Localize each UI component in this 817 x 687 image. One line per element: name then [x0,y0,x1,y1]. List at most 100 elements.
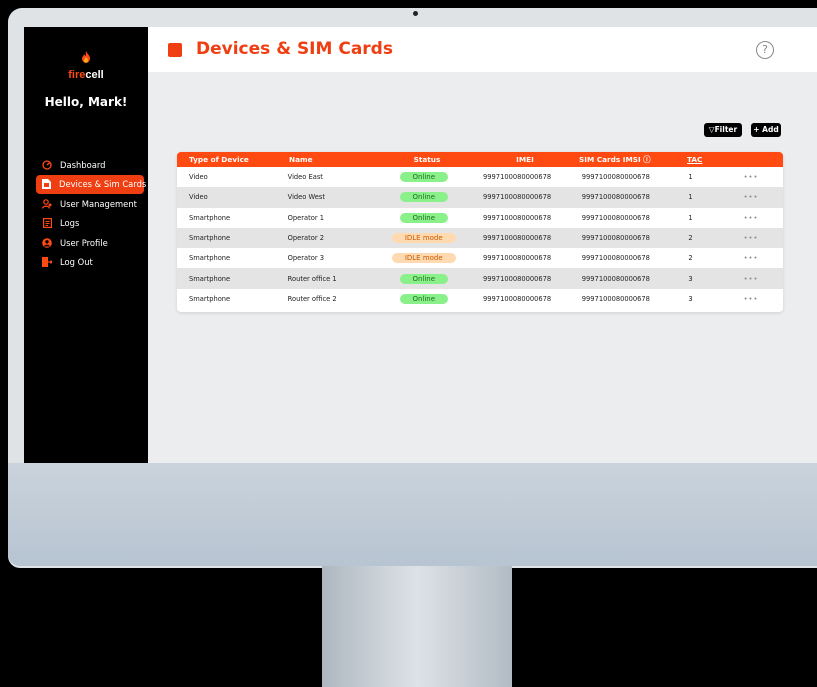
sidebar-item-label: User Management [60,198,137,209]
cell-status: IDLE mode [372,233,475,244]
app-screen: firecell Hello, Mark! Dashboard Devices … [24,27,817,463]
column-header-imsi[interactable]: SIM Cards IMSI ⓘ [571,155,687,165]
cell-tac: 1 [688,213,693,222]
cell-name: Router office 2 [287,294,337,303]
info-icon[interactable]: ⓘ [643,155,650,164]
logs-icon [42,218,52,229]
cell-type: Video [189,173,208,182]
status-badge: Online [399,212,448,223]
cell-imsi: 9997100080000678 [581,213,650,222]
sidebar-item-logout[interactable]: Log Out [36,253,144,273]
sidebar-item-devices[interactable]: Devices & Sim Cards [36,174,146,194]
cell-type: Smartphone [189,294,231,303]
sidebar-item-user-profile[interactable]: User Profile [36,233,144,253]
page-header: Devices & SIM Cards ? [148,27,817,72]
cell-type: Smartphone [189,254,231,263]
column-header-status[interactable]: Status [375,155,479,164]
logo: firecell [24,51,148,82]
devices-table: Type of Device Name Status IMEI SIM Card… [177,152,783,312]
page-title: Devices & SIM Cards [196,39,393,59]
cell-name: Operator 1 [287,213,324,222]
more-options-icon[interactable]: ••• [744,254,783,262]
sidebar-nav: Dashboard Devices & Sim Cards User Manag… [36,155,146,273]
sidebar-item-label: Dashboard [60,159,106,170]
user-management-icon [42,198,52,209]
cell-tac: 1 [688,193,693,202]
cell-status: Online [372,192,475,203]
status-badge: IDLE mode [391,233,456,244]
flame-icon [82,51,90,63]
main-content: Devices & SIM Cards ? ▽Filter + Add Type… [148,27,817,463]
cell-imsi: 9997100080000678 [581,294,650,303]
cell-imsi: 9997100080000678 [581,234,650,243]
cell-imsi: 9997100080000678 [581,193,650,202]
sidebar-item-label: User Profile [60,237,108,248]
filter-button[interactable]: ▽Filter [704,123,742,137]
cell-name: Video West [287,193,325,202]
table-row[interactable]: Smartphone Router office 2 Online 999710008… [177,289,783,309]
cell-tac: 2 [688,234,693,243]
camera-dot [413,11,418,16]
help-icon[interactable]: ? [756,41,774,59]
table-row[interactable]: Video Video West Online 9997100080000678 999… [177,187,783,208]
logout-icon [42,257,52,268]
more-options-icon[interactable]: ••• [744,275,783,283]
more-options-icon[interactable]: ••• [744,173,783,181]
sidebar-item-dashboard[interactable]: Dashboard [36,155,144,175]
more-options-icon[interactable]: ••• [744,295,783,303]
column-header-imei[interactable]: IMEI [479,155,571,164]
more-options-icon[interactable]: ••• [744,234,783,242]
cell-status: Online [372,172,475,183]
cell-tac: 3 [688,294,693,303]
column-header-type[interactable]: Type of Device [177,155,289,164]
sidebar-item-label: Log Out [60,257,93,268]
cell-status: Online [372,293,475,304]
cell-imsi: 9997100080000678 [581,173,650,182]
sidebar: firecell Hello, Mark! Dashboard Devices … [24,27,148,463]
more-options-icon[interactable]: ••• [744,193,783,201]
cell-type: Smartphone [189,234,231,243]
table-row[interactable]: Smartphone Operator 3 IDLE mode 99971000800… [177,248,783,268]
cell-imei: 9997100080000678 [483,234,552,243]
table-row[interactable]: Video Video East Online 9997100080000678 999… [177,167,783,187]
status-badge: IDLE mode [391,253,456,264]
cell-name: Router office 1 [287,274,337,283]
cell-imei: 9997100080000678 [483,213,552,222]
cell-imei: 9997100080000678 [483,254,552,263]
sim-card-icon [42,179,51,190]
table-row[interactable]: Smartphone Operator 1 Online 99971000800006… [177,208,783,228]
cell-status: Online [372,212,475,223]
cell-name: Video East [287,173,323,182]
more-options-icon[interactable]: ••• [744,214,783,222]
cell-imsi: 9997100080000678 [581,254,650,263]
sidebar-item-user-management[interactable]: User Management [36,194,144,214]
cell-type: Smartphone [189,213,231,222]
status-badge: Online [399,273,448,284]
monitor-chin [8,463,817,566]
column-header-tac[interactable]: TAC [687,155,743,164]
sidebar-item-label: Logs [60,218,80,229]
cell-imei: 9997100080000678 [483,193,552,202]
cell-status: IDLE mode [372,253,475,264]
add-button[interactable]: + Add [751,123,781,137]
table-row[interactable]: Smartphone Operator 2 IDLE mode 99971000800… [177,227,783,249]
cell-imei: 9997100080000678 [483,173,552,182]
cell-name: Operator 3 [287,254,324,263]
column-header-name[interactable]: Name [289,155,375,164]
cell-tac: 2 [688,254,693,263]
sim-card-icon [168,43,182,57]
cell-tac: 1 [688,173,693,182]
user-profile-icon [42,237,52,248]
sidebar-item-logs[interactable]: Logs [36,214,144,234]
cell-imsi: 9997100080000678 [581,274,650,283]
dashboard-icon [42,160,52,170]
table-row[interactable]: Smartphone Router office 1 Online 999710008… [177,268,783,289]
cell-tac: 3 [688,274,693,283]
cell-type: Video [189,193,208,202]
cell-imei: 9997100080000678 [483,294,552,303]
cell-imei: 9997100080000678 [483,274,552,283]
status-badge: Online [399,172,448,183]
cell-type: Smartphone [189,274,231,283]
table-header: Type of Device Name Status IMEI SIM Card… [177,152,783,167]
cell-status: Online [372,273,475,284]
